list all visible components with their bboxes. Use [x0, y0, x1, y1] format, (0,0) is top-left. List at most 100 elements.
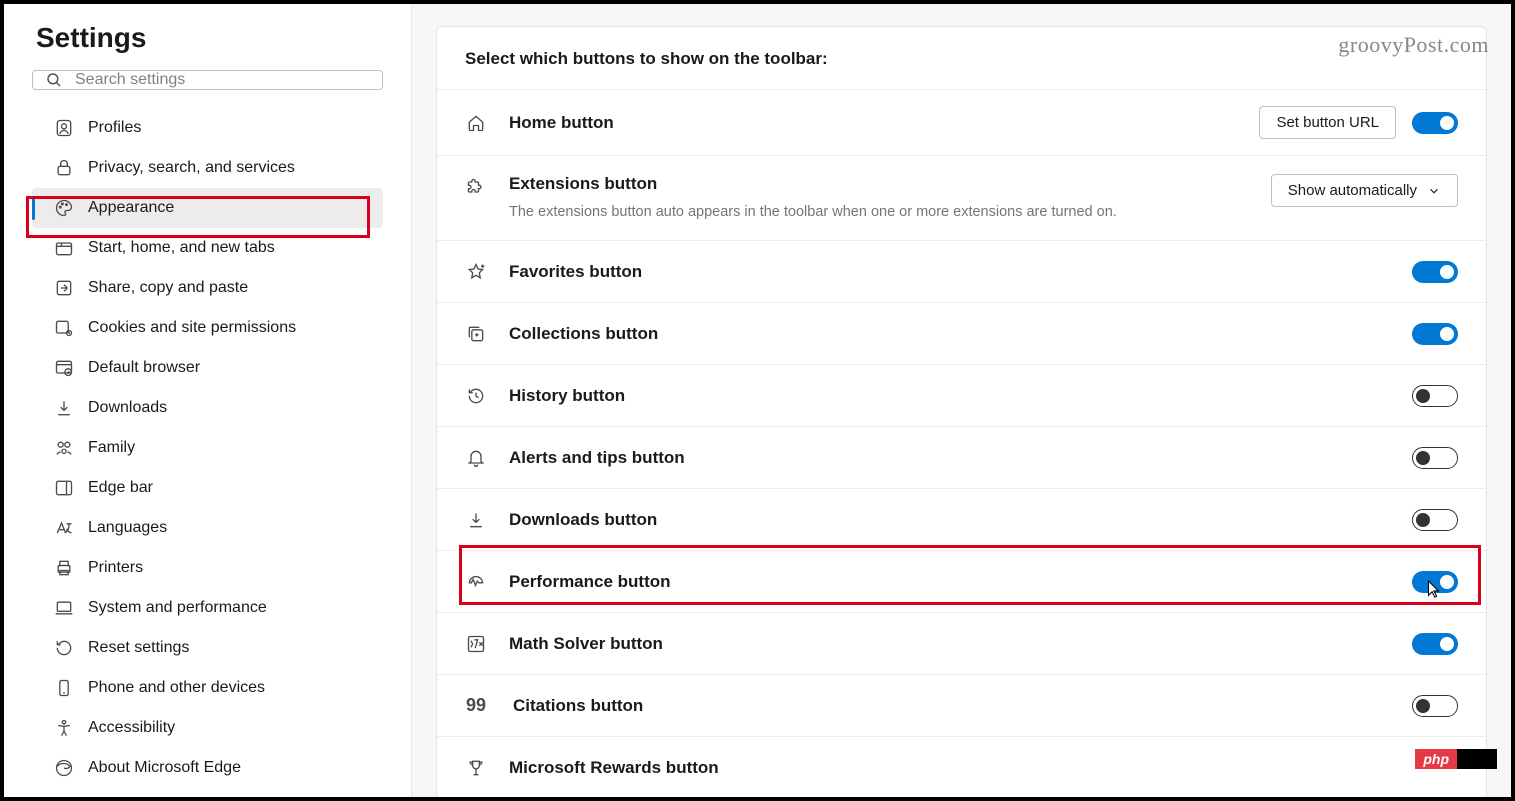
row-description: The extensions button auto appears in th… [509, 202, 1271, 222]
performance-icon [465, 571, 487, 593]
sidebar-item-label: Downloads [88, 399, 167, 417]
row-rewards-button: Microsoft Rewards button [437, 736, 1486, 797]
row-home-button: Home button Set button URL [437, 89, 1486, 155]
family-icon [54, 438, 74, 458]
download-icon [54, 398, 74, 418]
sidebar-item-about[interactable]: About Microsoft Edge [32, 748, 383, 788]
math-toggle[interactable] [1412, 633, 1458, 655]
collections-icon [465, 323, 487, 345]
sidebar-item-edge-bar[interactable]: Edge bar [32, 468, 383, 508]
row-label: History button [509, 386, 1412, 406]
sidebar-panel-icon [54, 478, 74, 498]
settings-title: Settings [32, 22, 383, 54]
profile-icon [54, 118, 74, 138]
section-title: Select which buttons to show on the tool… [437, 27, 1486, 89]
sidebar-item-label: Family [88, 439, 135, 457]
sidebar-item-label: Default browser [88, 359, 200, 377]
sidebar-item-label: Printers [88, 559, 143, 577]
set-button-url-button[interactable]: Set button URL [1259, 106, 1396, 139]
row-label: Extensions button [509, 174, 1271, 194]
performance-toggle[interactable] [1412, 571, 1458, 593]
sidebar-item-privacy[interactable]: Privacy, search, and services [32, 148, 383, 188]
sidebar-item-phone[interactable]: Phone and other devices [32, 668, 383, 708]
home-button-toggle[interactable] [1412, 112, 1458, 134]
row-label: Collections button [509, 324, 1412, 344]
row-label: Microsoft Rewards button [509, 758, 1458, 778]
row-citations-button: 99 Citations button [437, 674, 1486, 736]
sidebar-item-default-browser[interactable]: Default browser [32, 348, 383, 388]
row-history-button: History button [437, 364, 1486, 426]
row-label: Citations button [509, 696, 1412, 716]
sidebar-item-downloads[interactable]: Downloads [32, 388, 383, 428]
search-icon [45, 71, 63, 89]
sidebar-item-label: About Microsoft Edge [88, 759, 241, 777]
search-settings-field[interactable] [32, 70, 383, 90]
settings-sidebar: Settings Profiles Privacy, search, and s… [4, 4, 412, 797]
favorites-toggle[interactable] [1412, 261, 1458, 283]
sidebar-item-share[interactable]: Share, copy and paste [32, 268, 383, 308]
sidebar-item-appearance[interactable]: Appearance [32, 188, 383, 228]
collections-toggle[interactable] [1412, 323, 1458, 345]
math-icon [465, 633, 487, 655]
row-performance-button: Performance button [437, 550, 1486, 612]
row-label: Math Solver button [509, 634, 1412, 654]
extensions-mode-dropdown[interactable]: Show automatically [1271, 174, 1458, 207]
sidebar-item-start[interactable]: Start, home, and new tabs [32, 228, 383, 268]
sidebar-item-label: Accessibility [88, 719, 175, 737]
sidebar-item-label: Edge bar [88, 479, 153, 497]
history-icon [465, 385, 487, 407]
lock-icon [54, 158, 74, 178]
favorites-icon [465, 261, 487, 283]
citations-toggle[interactable] [1412, 695, 1458, 717]
history-toggle[interactable] [1412, 385, 1458, 407]
language-icon [54, 518, 74, 538]
bell-icon [465, 447, 487, 469]
row-extensions-button: Extensions button The extensions button … [437, 155, 1486, 240]
sidebar-item-cookies[interactable]: Cookies and site permissions [32, 308, 383, 348]
row-alerts-button: Alerts and tips button [437, 426, 1486, 488]
trophy-icon [465, 757, 487, 779]
edge-icon [54, 758, 74, 778]
watermark-text: groovyPost.com [1338, 32, 1489, 58]
palette-icon [54, 198, 74, 218]
sidebar-nav: Profiles Privacy, search, and services A… [32, 108, 383, 788]
extensions-icon [465, 176, 487, 198]
cookies-icon [54, 318, 74, 338]
phone-icon [54, 678, 74, 698]
search-input[interactable] [75, 71, 370, 89]
share-icon [54, 278, 74, 298]
settings-content: Select which buttons to show on the tool… [412, 4, 1511, 797]
sidebar-item-label: Share, copy and paste [88, 279, 248, 297]
tabs-icon [54, 238, 74, 258]
sidebar-item-label: Phone and other devices [88, 679, 265, 697]
sidebar-item-family[interactable]: Family [32, 428, 383, 468]
accessibility-icon [54, 718, 74, 738]
browser-check-icon [54, 358, 74, 378]
home-icon [465, 112, 487, 134]
laptop-icon [54, 598, 74, 618]
row-favorites-button: Favorites button [437, 240, 1486, 302]
row-downloads-button: Downloads button [437, 488, 1486, 550]
sidebar-item-languages[interactable]: Languages [32, 508, 383, 548]
sidebar-item-label: Cookies and site permissions [88, 319, 296, 337]
printer-icon [54, 558, 74, 578]
sidebar-item-reset[interactable]: Reset settings [32, 628, 383, 668]
row-math-solver-button: Math Solver button [437, 612, 1486, 674]
sidebar-item-accessibility[interactable]: Accessibility [32, 708, 383, 748]
sidebar-item-system[interactable]: System and performance [32, 588, 383, 628]
alerts-toggle[interactable] [1412, 447, 1458, 469]
citations-icon: 99 [465, 695, 487, 717]
downloads-toggle[interactable] [1412, 509, 1458, 531]
row-label: Downloads button [509, 510, 1412, 530]
sidebar-item-label: Appearance [88, 199, 174, 217]
sidebar-item-label: Languages [88, 519, 167, 537]
reset-icon [54, 638, 74, 658]
toolbar-buttons-card: Select which buttons to show on the tool… [436, 26, 1487, 797]
chevron-down-icon [1427, 184, 1441, 198]
row-label: Alerts and tips button [509, 448, 1412, 468]
sidebar-item-profiles[interactable]: Profiles [32, 108, 383, 148]
sidebar-item-printers[interactable]: Printers [32, 548, 383, 588]
download-icon [465, 509, 487, 531]
sidebar-item-label: System and performance [88, 599, 267, 617]
row-label: Favorites button [509, 262, 1412, 282]
